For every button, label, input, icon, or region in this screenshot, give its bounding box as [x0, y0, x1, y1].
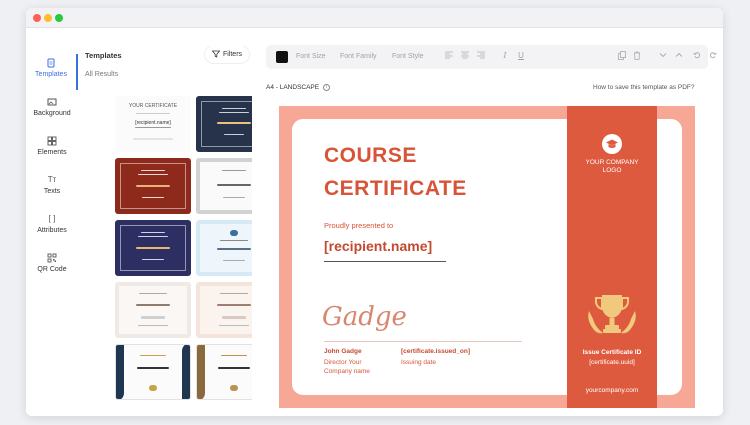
text-icon: Tт [47, 175, 57, 184]
rail-item-texts[interactable]: Tт Texts [26, 171, 78, 207]
brackets-icon: [ ] [48, 214, 56, 223]
rail-item-templates[interactable]: Templates [26, 54, 78, 90]
template-thumbnail[interactable] [196, 96, 252, 152]
move-up-icon[interactable] [674, 51, 684, 61]
company-website[interactable]: yourcompany.com [567, 387, 657, 394]
template-thumbnail[interactable] [196, 282, 252, 338]
logo-line1: YOUR COMPANY [585, 159, 639, 166]
pdf-help-link[interactable]: How to save this template as PDF? [593, 84, 695, 91]
rail-item-attributes[interactable]: [ ] Attributes [26, 210, 78, 246]
rail-item-label: Templates [35, 71, 67, 78]
templates-panel: Templates All Results Filters YOUR CERTI… [80, 46, 252, 416]
certificate-canvas[interactable]: COURSE CERTIFICATE Proudly presented to … [279, 106, 695, 408]
close-window-icon[interactable] [33, 14, 41, 22]
template-thumbnail[interactable] [115, 344, 191, 400]
template-thumbnail[interactable] [196, 158, 252, 214]
recipient-underline [324, 261, 446, 262]
template-thumbnail[interactable] [115, 158, 191, 214]
text-toolbar: Font Size Font Family Font Style I U [266, 45, 717, 69]
presented-to-text[interactable]: Proudly presented to [324, 221, 393, 230]
title-bar [26, 8, 723, 28]
elements-icon [47, 136, 57, 146]
filters-label: Filters [222, 51, 243, 58]
certificate-title-line2[interactable]: CERTIFICATE [324, 177, 467, 201]
page-size-text: A4 - LANDSCAPE [266, 84, 320, 92]
signer-name[interactable]: John Gadge [324, 348, 362, 355]
filters-button[interactable]: Filters [205, 46, 249, 63]
certificate-uuid-field[interactable]: [certificate.uuid] [567, 359, 657, 366]
recipient-name-field[interactable]: [recipient.name] [324, 238, 432, 254]
move-down-icon[interactable] [658, 51, 668, 61]
signer-company[interactable]: Company name [324, 368, 370, 375]
company-logo-text[interactable]: YOUR COMPANY LOGO [567, 159, 657, 175]
font-size-select[interactable]: Font Size [296, 53, 326, 60]
undo-icon[interactable] [692, 51, 702, 61]
italic-icon[interactable]: I [500, 51, 510, 60]
rail-item-label: Texts [43, 188, 61, 195]
rail-item-label: Background [33, 110, 71, 117]
qr-code-icon [47, 253, 57, 263]
filter-icon [211, 50, 221, 60]
duplicate-icon[interactable] [617, 51, 627, 62]
text-color-swatch[interactable] [276, 51, 288, 63]
align-left-icon[interactable] [444, 51, 454, 61]
page-size-label: A4 - LANDSCAPE i [266, 84, 330, 91]
template-thumbnail[interactable]: YOUR CERTIFICATE [recipient.name] [115, 96, 191, 152]
align-right-icon[interactable] [476, 51, 486, 61]
redo-icon[interactable] [708, 51, 718, 61]
rail-item-label: Attributes [37, 227, 67, 234]
font-family-select[interactable]: Font Family [340, 53, 377, 60]
graduation-cap-icon[interactable] [602, 134, 622, 154]
panel-subtitle: All Results [85, 71, 119, 78]
panel-title: Templates [85, 51, 122, 60]
rail-item-label: Elements [37, 149, 67, 156]
maximize-window-icon[interactable] [55, 14, 63, 22]
issue-id-label[interactable]: Issue Certificate ID [567, 349, 657, 356]
rail-item-background[interactable]: Background [26, 93, 78, 129]
template-thumbnail[interactable] [196, 220, 252, 276]
thumb-title: YOUR CERTIFICATE [128, 103, 178, 109]
align-center-icon[interactable] [460, 51, 470, 61]
app-window: Templates Background Elements Tт Texts [… [26, 8, 723, 416]
thumb-placeholder: [recipient.name] [135, 120, 171, 126]
certificate-title-line1[interactable]: COURSE [324, 144, 417, 168]
template-thumbnail[interactable] [115, 282, 191, 338]
minimize-window-icon[interactable] [44, 14, 52, 22]
template-icon [46, 58, 56, 68]
signature-divider [324, 341, 522, 342]
template-thumbnail[interactable] [196, 344, 252, 400]
trash-icon[interactable] [632, 51, 642, 62]
signer-role[interactable]: Director Your [324, 359, 362, 366]
info-icon[interactable]: i [322, 84, 330, 91]
rail-item-label: QR Code [37, 266, 67, 273]
signature[interactable]: Gadge [322, 302, 407, 332]
rail-item-elements[interactable]: Elements [26, 132, 78, 168]
template-thumbnail[interactable] [115, 220, 191, 276]
font-style-select[interactable]: Font Style [392, 53, 424, 60]
rail-item-qr-code[interactable]: QR Code [26, 249, 78, 285]
underline-icon[interactable]: U [516, 51, 526, 60]
background-icon [47, 97, 57, 107]
issued-on-field[interactable]: [certificate.issued_on] [401, 348, 470, 355]
trophy-icon[interactable] [581, 291, 643, 339]
left-rail: Templates Background Elements Tт Texts [… [26, 46, 78, 416]
issuing-date-label[interactable]: Issuing date [401, 359, 436, 366]
logo-line2: LOGO [602, 167, 622, 174]
